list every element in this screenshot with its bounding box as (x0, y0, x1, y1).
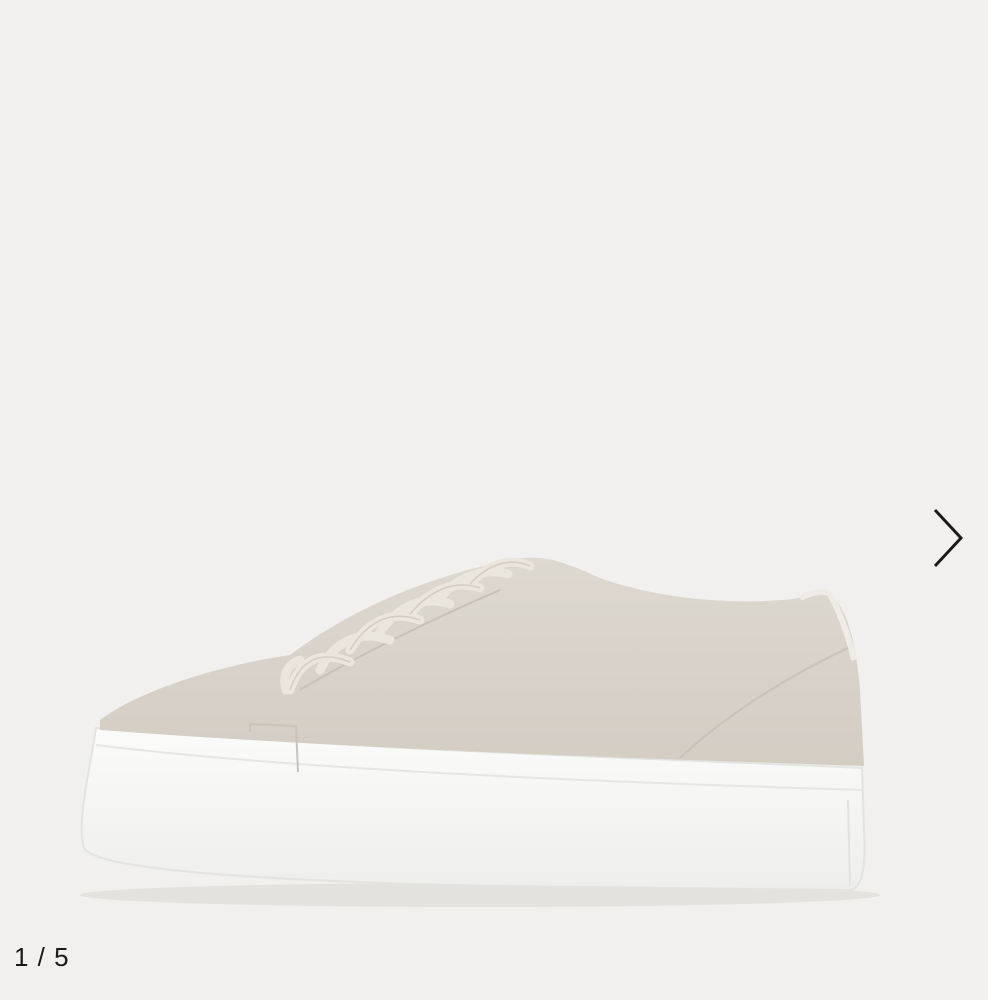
image-counter: 1 / 5 (14, 942, 70, 972)
product-image-gallery: 1 / 5 (0, 0, 1000, 1000)
chevron-right-icon (933, 508, 964, 568)
product-image (80, 557, 880, 907)
next-image-button[interactable] (920, 498, 976, 578)
right-edge (988, 0, 1000, 1000)
